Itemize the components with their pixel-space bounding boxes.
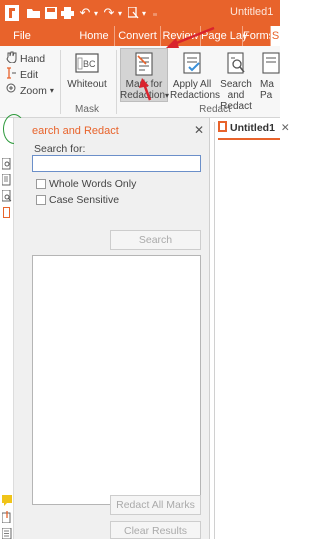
redact-all-marks-button[interactable]: Redact All Marks [110, 495, 201, 515]
document-tab-label: Untitled1 [230, 122, 275, 134]
save-icon[interactable] [44, 4, 58, 22]
search-results-list[interactable] [32, 255, 201, 505]
tab-protect[interactable]: S [270, 26, 280, 46]
whiteout-label: Whiteout [67, 79, 107, 90]
ribbon-divider [116, 50, 117, 114]
window-title: Untitled1 [230, 6, 274, 18]
ma-label: Ma [260, 79, 274, 90]
tab-convert[interactable]: Convert [114, 26, 160, 46]
apply-redactions-icon [179, 52, 205, 76]
tab-file[interactable]: File [2, 26, 42, 46]
hand-label: Hand [20, 52, 46, 65]
ribbon-tab-bar: File Home Convert Review Page Lay Forms … [0, 26, 280, 46]
manage-patterns-button[interactable]: Ma Pa [260, 52, 280, 101]
red-arrow-annotation [139, 78, 152, 101]
zoom-label: Zoom [20, 84, 47, 97]
redo-icon[interactable]: ↷ [102, 4, 116, 22]
search-and-redact-button[interactable]: Search and Redact [214, 52, 258, 112]
ribbon-divider [60, 50, 61, 114]
zoom-tool-button[interactable]: Zoom ▾ [6, 83, 54, 98]
open-folder-icon[interactable] [26, 4, 42, 22]
document-divider [214, 122, 215, 539]
search-redact-icon [223, 52, 249, 76]
hand-tool-button[interactable]: Hand [6, 51, 45, 66]
whiteout-icon: BC [74, 52, 100, 76]
document-tab[interactable]: Untitled1 ✕ [218, 118, 290, 140]
apply-all-label: Apply All [172, 79, 212, 90]
select-dropdown-icon[interactable]: ▾ [140, 4, 148, 22]
panel-close-icon[interactable]: ✕ [194, 123, 204, 137]
redo-dropdown-icon[interactable]: ▾ [116, 4, 124, 22]
comments-panel-icon[interactable] [2, 494, 12, 506]
clear-results-button[interactable]: Clear Results [110, 521, 201, 539]
case-sensitive-checkbox[interactable] [36, 195, 46, 205]
undo-icon[interactable]: ↶ [78, 4, 92, 22]
manage-icon [260, 52, 280, 76]
search-input[interactable] [32, 155, 201, 172]
search-and-redact-panel: earch and Redact ✕ Search for: Whole Wor… [14, 118, 210, 539]
document-area: Untitled1 ✕ [210, 118, 290, 539]
whole-words-checkbox[interactable] [36, 179, 46, 189]
edit-label: Edit [20, 68, 39, 81]
tab-home[interactable]: Home [74, 26, 114, 46]
search-and-label: Search and [220, 79, 252, 101]
undo-dropdown-icon[interactable]: ▾ [92, 4, 100, 22]
document-tab-close-icon[interactable]: ✕ [281, 122, 290, 134]
edit-cursor-icon [6, 67, 17, 82]
app-logo-icon [4, 4, 20, 22]
zoom-icon [6, 83, 17, 98]
find-panel-icon[interactable] [1, 189, 12, 202]
edit-tool-button[interactable]: Edit [6, 67, 38, 82]
navigation-panel-strip [0, 118, 14, 539]
pdf-file-icon [218, 121, 227, 135]
pa-label: Pa [260, 90, 273, 101]
svg-text:BC: BC [83, 59, 96, 69]
mask-group-label: Mask [75, 104, 99, 115]
hand-icon [6, 51, 17, 66]
whole-words-label: Whole Words Only [49, 178, 137, 190]
pages-panel-icon[interactable] [1, 173, 12, 186]
red-arrow-annotation [166, 26, 215, 48]
bookmarks-panel-icon[interactable] [2, 207, 12, 219]
customize-toolbar-icon[interactable]: ₌ [150, 4, 160, 22]
title-bar: ↶ ▾ ↷ ▾ ▾ ₌ Untitled1 [0, 0, 280, 26]
whiteout-button[interactable]: BC Whiteout [64, 52, 110, 90]
mark-dropdown-icon: ▾ [165, 91, 170, 100]
redact-group-label: Redact [199, 104, 231, 115]
search-redact-panel-icon[interactable] [1, 157, 12, 170]
tab-forms[interactable]: Forms [242, 26, 274, 46]
attachments-panel-icon[interactable] [1, 511, 12, 524]
zoom-dropdown-icon: ▾ [49, 86, 54, 95]
print-icon[interactable] [60, 4, 74, 22]
case-sensitive-label: Case Sensitive [49, 194, 120, 206]
apply-all-redactions-button[interactable]: Apply All Redactions [170, 52, 221, 101]
mark-for-redaction-icon [131, 52, 157, 76]
search-for-label: Search for: [34, 143, 86, 155]
select-tool-icon[interactable] [126, 4, 140, 22]
search-button[interactable]: Search [110, 230, 201, 250]
redactions-label: Redactions [170, 90, 221, 101]
layers-panel-icon[interactable] [1, 527, 12, 539]
panel-title: earch and Redact [32, 125, 119, 137]
